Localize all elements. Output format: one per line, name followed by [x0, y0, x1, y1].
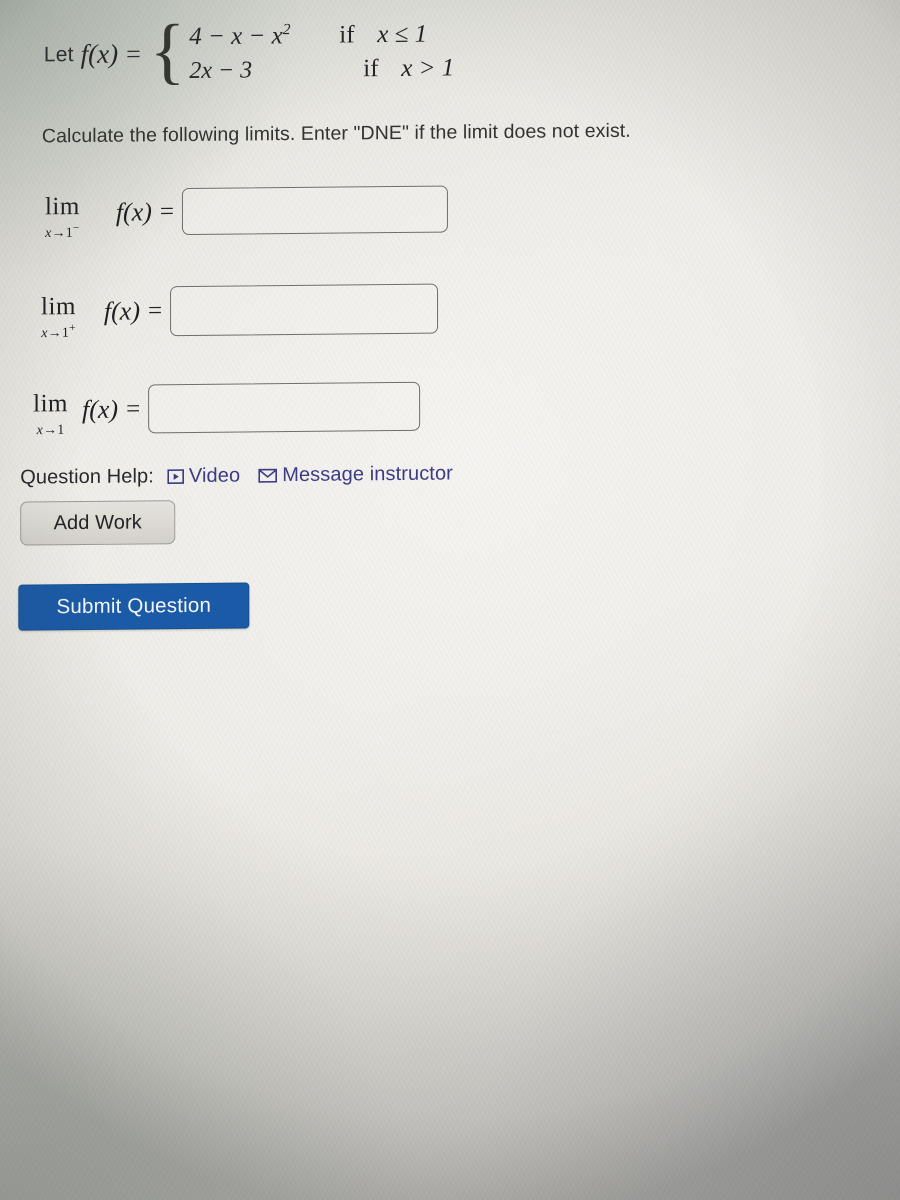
function-name-label: f(x): [80, 38, 119, 70]
lim-word: lim: [44, 193, 80, 221]
envelope-icon: [258, 468, 277, 483]
case-condition: x ≤ 1: [377, 21, 428, 49]
limit-operator: lim x→1: [33, 390, 68, 439]
limit-function-label: f(x): [103, 296, 141, 326]
limit-operator: lim x→1−: [44, 193, 80, 242]
lim-subscript: x→1+: [41, 321, 76, 341]
case-if-word: if: [339, 21, 355, 49]
instructions-text: Calculate the following limits. Enter "D…: [41, 119, 631, 148]
case-expression: 2x − 3: [189, 57, 253, 85]
limit-equals-sign: =: [159, 197, 175, 225]
case-exponent: 2: [282, 21, 291, 39]
let-label: Let: [43, 42, 74, 67]
piecewise-cases: 4 − x − x2 if x ≤ 1 2x − 3 if x > 1: [189, 19, 454, 85]
limit-function-label: f(x): [115, 196, 152, 227]
message-link-label: Message instructor: [282, 462, 453, 487]
lim-word: lim: [33, 390, 68, 418]
video-help-link[interactable]: Video: [167, 465, 240, 489]
add-work-button[interactable]: Add Work: [20, 500, 176, 546]
definition-equals-sign: =: [126, 39, 141, 69]
case-if-word: if: [363, 55, 379, 83]
play-in-box-icon: [167, 469, 184, 485]
submit-question-button[interactable]: Submit Question: [18, 582, 250, 631]
limit-row: lim x→1 f(x) =: [33, 381, 421, 445]
lim-side-indicator: +: [69, 321, 76, 334]
limit-answer-input-two-sided[interactable]: [148, 381, 421, 434]
lim-word: lim: [41, 292, 76, 321]
video-link-label: Video: [188, 464, 241, 487]
limit-function-label: f(x): [81, 394, 119, 424]
case-expression: 4 − x − x2: [189, 21, 291, 51]
limit-equals-sign: =: [126, 394, 141, 423]
piecewise-case-row: 4 − x − x2 if x ≤ 1: [189, 19, 454, 51]
question-help-label: Question Help:: [20, 465, 154, 489]
limit-row: lim x→1+ f(x) =: [41, 283, 439, 348]
piecewise-brace: {: [149, 10, 186, 93]
limit-equals-sign: =: [147, 297, 163, 325]
limit-row: lim x→1− f(x) =: [44, 185, 449, 246]
piecewise-case-row: 2x − 3 if x > 1: [189, 55, 454, 86]
limit-operator: lim x→1+: [41, 292, 76, 341]
limit-answer-input-right[interactable]: [170, 283, 439, 337]
message-instructor-link[interactable]: Message instructor: [258, 462, 453, 487]
lim-subscript: x→1: [36, 423, 65, 439]
lim-subscript: x→1−: [45, 222, 80, 242]
question-content: Let f(x) = { 4 − x − x2 if x ≤ 1 2x − 3 …: [0, 0, 900, 1200]
question-help-row: Question Help: Video Message instructor: [20, 462, 453, 489]
limit-answer-input-left[interactable]: [181, 185, 449, 236]
function-definition: Let f(x) = { 4 − x − x2 if x ≤ 1 2x − 3 …: [43, 10, 454, 93]
case-condition: x > 1: [401, 54, 455, 83]
lim-side-indicator: −: [72, 222, 80, 235]
